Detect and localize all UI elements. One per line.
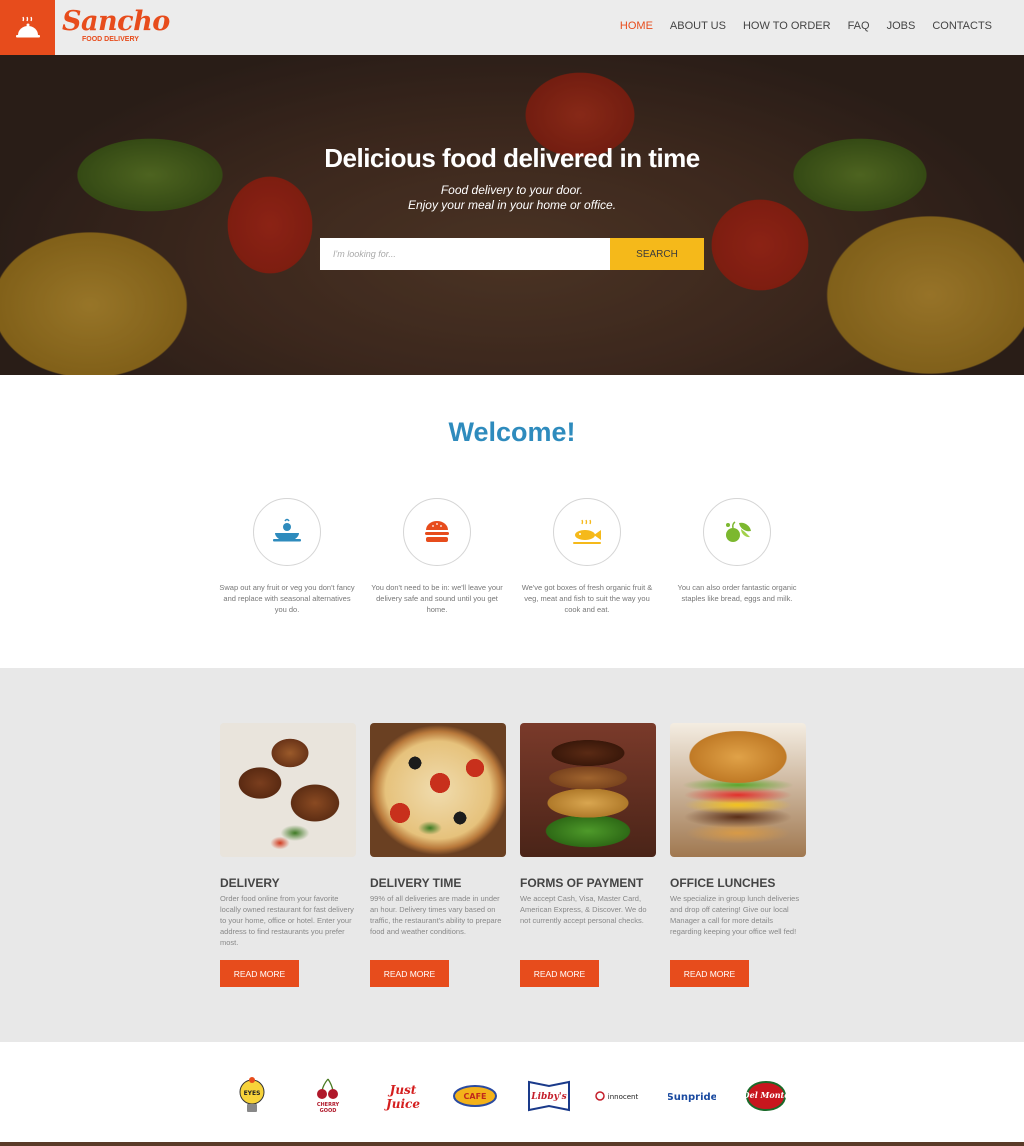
fish-icon bbox=[573, 519, 601, 544]
burger-photo bbox=[670, 723, 806, 857]
search-bar: SEARCH bbox=[320, 238, 704, 270]
hero-banner: Delicious food delivered in time Food de… bbox=[0, 55, 1024, 375]
nav-home[interactable]: HOME bbox=[620, 20, 653, 32]
service-text: We accept Cash, Visa, Master Card, Ameri… bbox=[520, 894, 647, 925]
feature-icon-circle bbox=[553, 498, 621, 566]
nav-how-to-order[interactable]: HOW TO ORDER bbox=[743, 20, 831, 32]
partner-logo-eyes-vision[interactable]: EYES bbox=[232, 1076, 272, 1116]
service-card: FORMS OF PAYMENT We accept Cash, Visa, M… bbox=[520, 723, 656, 987]
service-title: OFFICE LUNCHES bbox=[670, 876, 776, 890]
partner-logo-cherry-good[interactable]: CHERRY GOOD bbox=[308, 1076, 348, 1116]
hero-title: Delicious food delivered in time bbox=[324, 143, 700, 173]
service-title: DELIVERY TIME bbox=[370, 876, 462, 890]
svg-text:Del Monte: Del Monte bbox=[745, 1090, 787, 1100]
brand-name: Sancho bbox=[62, 6, 170, 37]
hero-overlay bbox=[0, 55, 1024, 375]
steak-tower-photo bbox=[520, 723, 656, 857]
service-text: 99% of all deliveries are made in under … bbox=[370, 894, 502, 936]
svg-text:Libby's: Libby's bbox=[530, 1092, 566, 1102]
service-text: We specialize in group lunch deliveries … bbox=[670, 894, 800, 936]
nav-jobs[interactable]: JOBS bbox=[887, 20, 916, 32]
dish-icon bbox=[273, 518, 301, 542]
partner-logo-sunpride[interactable]: Sunpride bbox=[668, 1076, 716, 1116]
partner-logo-just-juice[interactable]: Just Juice bbox=[383, 1076, 423, 1116]
service-card: OFFICE LUNCHES We specialize in group lu… bbox=[670, 723, 806, 987]
svg-text:Just: Just bbox=[388, 1083, 417, 1097]
nav-about-us[interactable]: ABOUT US bbox=[670, 20, 726, 32]
brand-logo[interactable]: Sancho FOOD DELIVERY bbox=[62, 6, 170, 44]
logo-cloche-icon[interactable] bbox=[0, 0, 55, 55]
hero-subtitle-line2: Enjoy your meal in your home or office. bbox=[407, 198, 617, 212]
svg-text:Sunpride: Sunpride bbox=[668, 1092, 716, 1103]
partner-logo-innocent[interactable]: innocent bbox=[595, 1076, 641, 1116]
search-input[interactable] bbox=[320, 238, 610, 270]
nav-contacts[interactable]: CONTACTS bbox=[932, 20, 992, 32]
service-text: Order food online from your favorite loc… bbox=[220, 894, 354, 947]
partner-logo-del-monte[interactable]: Del Monte bbox=[745, 1076, 787, 1116]
feature-item: We've got boxes of fresh organic fruit &… bbox=[517, 498, 657, 615]
service-title: DELIVERY bbox=[220, 876, 280, 890]
main-nav: HOME ABOUT US HOW TO ORDER FAQ JOBS CONT… bbox=[620, 20, 992, 32]
read-more-button[interactable]: READ MORE bbox=[670, 960, 749, 987]
feature-item: You can also order fantastic organic sta… bbox=[667, 498, 807, 604]
service-card: DELIVERY Order food online from your fav… bbox=[220, 723, 356, 987]
fruit-icon bbox=[726, 521, 751, 542]
feature-text: Swap out any fruit or veg you don't fanc… bbox=[219, 583, 355, 614]
burger-icon bbox=[425, 521, 449, 542]
read-more-button[interactable]: READ MORE bbox=[370, 960, 449, 987]
svg-text:CAFE: CAFE bbox=[464, 1092, 487, 1101]
feature-text: We've got boxes of fresh organic fruit &… bbox=[521, 583, 653, 614]
feature-icon-circle bbox=[403, 498, 471, 566]
service-card: DELIVERY TIME 99% of all deliveries are … bbox=[370, 723, 506, 987]
feature-item: Swap out any fruit or veg you don't fanc… bbox=[217, 498, 357, 615]
read-more-button[interactable]: READ MORE bbox=[520, 960, 599, 987]
services-section: DELIVERY Order food online from your fav… bbox=[0, 668, 1024, 1042]
nav-faq[interactable]: FAQ bbox=[848, 20, 870, 32]
welcome-section: Welcome! Swap out any fruit or veg you d… bbox=[0, 375, 1024, 668]
search-button[interactable]: SEARCH bbox=[610, 238, 704, 270]
read-more-button[interactable]: READ MORE bbox=[220, 960, 299, 987]
welcome-title: Welcome! bbox=[448, 417, 576, 447]
svg-text:GOOD: GOOD bbox=[320, 1108, 337, 1114]
svg-text:EYES: EYES bbox=[244, 1090, 261, 1097]
footer-strip bbox=[0, 1142, 1024, 1146]
grilled-meat-photo bbox=[220, 723, 356, 857]
service-title: FORMS OF PAYMENT bbox=[520, 876, 644, 890]
feature-text: You don't need to be in: we'll leave you… bbox=[371, 583, 503, 614]
svg-text:innocent: innocent bbox=[608, 1093, 639, 1101]
feature-text: You can also order fantastic organic sta… bbox=[677, 583, 797, 603]
pizza-photo bbox=[370, 723, 506, 857]
svg-text:Juice: Juice bbox=[384, 1097, 420, 1111]
site-header: Sancho FOOD DELIVERY HOME ABOUT US HOW T… bbox=[0, 0, 1024, 55]
feature-item: You don't need to be in: we'll leave you… bbox=[367, 498, 507, 615]
feature-icon-circle bbox=[253, 498, 321, 566]
hero-subtitle-line1: Food delivery to your door. bbox=[440, 183, 584, 197]
feature-icon-circle bbox=[703, 498, 771, 566]
brand-tagline: FOOD DELIVERY bbox=[82, 36, 139, 43]
partner-logo-libbys[interactable]: Libby's bbox=[527, 1076, 571, 1116]
partner-logos: EYES CHERRY GOOD Just Juice CAFE Libby's bbox=[0, 1042, 1024, 1142]
partner-logo-cafe-town[interactable]: CAFE bbox=[452, 1076, 498, 1116]
